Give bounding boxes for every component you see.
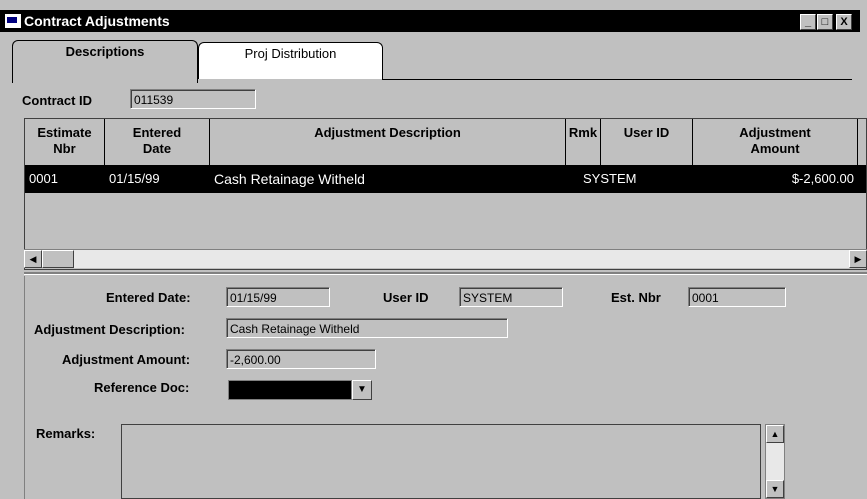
chevron-down-icon[interactable]: ▼ bbox=[352, 380, 372, 400]
scroll-thumb[interactable] bbox=[42, 250, 74, 268]
cell-amount: $-2,600.00 bbox=[791, 171, 854, 186]
est-nbr-field[interactable]: 0001 bbox=[688, 287, 786, 307]
column-header-adjustment-amount[interactable]: Adjustment Amount bbox=[693, 119, 858, 165]
scroll-up-button[interactable]: ▲ bbox=[766, 425, 784, 443]
tab-divider bbox=[382, 79, 852, 80]
title-bar: Contract Adjustments _ □ X bbox=[0, 10, 860, 32]
scroll-down-button[interactable]: ▼ bbox=[766, 480, 784, 498]
cell-user-id: SYSTEM bbox=[583, 171, 637, 186]
tab-descriptions[interactable]: Descriptions bbox=[12, 40, 198, 83]
column-header-estimate-nbr[interactable]: Estimate Nbr bbox=[25, 119, 105, 165]
entered-date-field[interactable]: 01/15/99 bbox=[226, 287, 330, 307]
table-row[interactable]: 0001 01/15/99 Cash Retainage Witheld SYS… bbox=[25, 165, 866, 193]
remarks-label: Remarks: bbox=[36, 426, 96, 441]
maximize-button[interactable]: □ bbox=[817, 14, 833, 30]
cell-description: Cash Retainage Witheld bbox=[214, 171, 365, 187]
reference-doc-select[interactable] bbox=[228, 380, 352, 400]
window-title: Contract Adjustments bbox=[24, 13, 170, 29]
column-header-rmk[interactable]: Rmk bbox=[566, 119, 601, 165]
contract-id-field[interactable]: 011539 bbox=[130, 89, 256, 109]
grid-horizontal-scrollbar[interactable]: ◀ ▶ bbox=[24, 249, 867, 268]
remarks-textarea[interactable] bbox=[121, 424, 761, 499]
section-divider bbox=[24, 272, 867, 275]
user-id-field[interactable]: SYSTEM bbox=[459, 287, 563, 307]
reference-doc-label: Reference Doc: bbox=[94, 380, 190, 395]
scroll-right-button[interactable]: ▶ bbox=[849, 250, 867, 268]
user-id-label: User ID bbox=[383, 290, 429, 305]
tab-proj-distribution[interactable]: Proj Distribution bbox=[198, 42, 383, 79]
close-button[interactable]: X bbox=[836, 14, 852, 30]
cell-entered-date: 01/15/99 bbox=[109, 171, 160, 186]
adjustments-grid: Estimate Nbr Entered Date Adjustment Descr… bbox=[24, 118, 867, 270]
column-header-user-id[interactable]: User ID bbox=[601, 119, 693, 165]
column-header-adjustment-description[interactable]: Adjustment Description bbox=[210, 119, 566, 165]
grid-header: Estimate Nbr Entered Date Adjustment Descr… bbox=[25, 119, 866, 166]
adjustment-description-label: Adjustment Description: bbox=[34, 322, 185, 337]
scroll-left-button[interactable]: ◀ bbox=[24, 250, 42, 268]
column-header-entered-date[interactable]: Entered Date bbox=[105, 119, 210, 165]
minimize-button[interactable]: _ bbox=[800, 14, 816, 30]
app-icon[interactable] bbox=[4, 13, 22, 29]
contract-id-label: Contract ID bbox=[22, 93, 93, 108]
cell-estimate-nbr: 0001 bbox=[29, 171, 58, 186]
adjustment-amount-label: Adjustment Amount: bbox=[62, 352, 191, 367]
remarks-vertical-scrollbar[interactable]: ▲ ▼ bbox=[765, 424, 785, 499]
adjustment-description-field[interactable]: Cash Retainage Witheld bbox=[226, 318, 508, 338]
adjustment-amount-field[interactable]: -2,600.00 bbox=[226, 349, 376, 369]
entered-date-label: Entered Date: bbox=[106, 290, 191, 305]
est-nbr-label: Est. Nbr bbox=[611, 290, 661, 305]
